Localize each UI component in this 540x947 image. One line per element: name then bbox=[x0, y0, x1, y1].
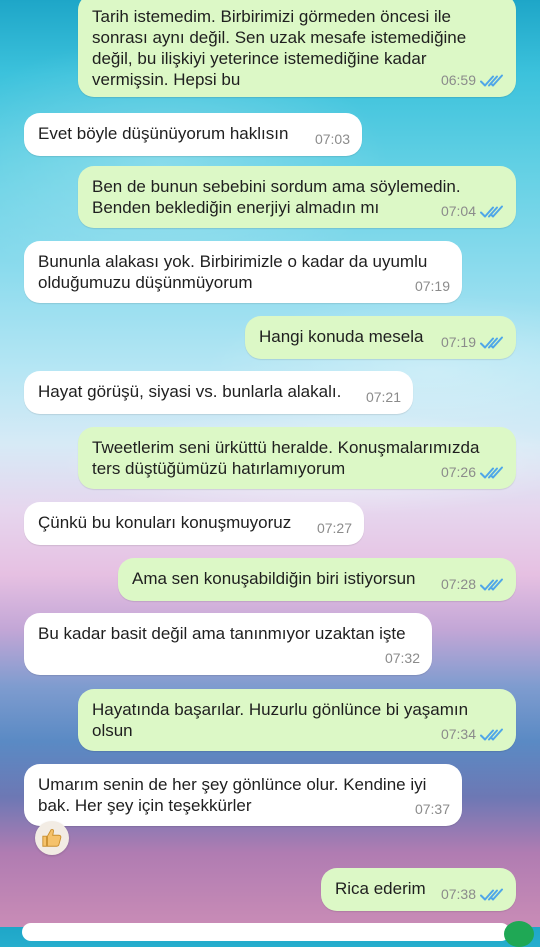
message-text: Umarım senin de her şey gönlünce olur. K… bbox=[38, 775, 427, 815]
outgoing-message[interactable]: Ama sen konuşabildiğin biri istiyorsun 0… bbox=[118, 558, 516, 601]
outgoing-message[interactable]: Tweetlerim seni ürküttü heralde. Konuşma… bbox=[78, 427, 516, 489]
message-time: 07:37 bbox=[414, 801, 450, 817]
message-text: Bununla alakası yok. Birbirimizle o kada… bbox=[38, 252, 428, 292]
thumbs-up-icon[interactable] bbox=[35, 821, 69, 855]
outgoing-message[interactable]: Ben de bunun sebebini sordum ama söyleme… bbox=[78, 166, 516, 228]
double-check-read-icon bbox=[480, 727, 504, 743]
outgoing-message[interactable]: Rica ederim 07:38 bbox=[321, 868, 516, 911]
incoming-message[interactable]: Hayat görüşü, siyasi vs. bunlarla alakal… bbox=[24, 371, 413, 414]
double-check-read-icon bbox=[480, 465, 504, 481]
double-check-read-icon bbox=[480, 335, 504, 351]
incoming-message[interactable]: Çünkü bu konuları konuşmuyoruz 07:27 bbox=[24, 502, 364, 545]
double-check-read-icon bbox=[480, 204, 504, 220]
incoming-message[interactable]: Evet böyle düşünüyorum haklısın 07:03 bbox=[24, 113, 362, 156]
message-time: 07:32 bbox=[384, 650, 420, 666]
message-input-bar[interactable] bbox=[22, 923, 510, 941]
send-button[interactable] bbox=[504, 921, 534, 947]
message-time: 07:34 bbox=[440, 726, 476, 742]
message-time: 07:26 bbox=[440, 464, 476, 480]
incoming-message[interactable]: Bu kadar basit değil ama tanınmıyor uzak… bbox=[24, 613, 432, 675]
double-check-read-icon bbox=[480, 577, 504, 593]
double-check-read-icon bbox=[480, 887, 504, 903]
message-time: 06:59 bbox=[440, 72, 476, 88]
message-text: Hayat görüşü, siyasi vs. bunlarla alakal… bbox=[38, 382, 342, 401]
message-time: 07:19 bbox=[440, 334, 476, 350]
message-time: 07:28 bbox=[440, 576, 476, 592]
message-time: 07:19 bbox=[414, 278, 450, 294]
message-text: Bu kadar basit değil ama tanınmıyor uzak… bbox=[38, 624, 406, 643]
message-time: 07:21 bbox=[365, 389, 401, 405]
message-time: 07:27 bbox=[316, 520, 352, 536]
message-text: Evet böyle düşünüyorum haklısın bbox=[38, 124, 289, 143]
message-text: Çünkü bu konuları konuşmuyoruz bbox=[38, 513, 292, 532]
message-time: 07:03 bbox=[314, 131, 350, 147]
double-check-read-icon bbox=[480, 73, 504, 89]
outgoing-message[interactable]: Hayatında başarılar. Huzurlu gönlünce bi… bbox=[78, 689, 516, 751]
outgoing-message[interactable]: Tarih istemedim. Birbirimizi görmeden ön… bbox=[78, 0, 516, 97]
outgoing-message[interactable]: Hangi konuda mesela 07:19 bbox=[245, 316, 516, 359]
message-time: 07:04 bbox=[440, 203, 476, 219]
incoming-message[interactable]: Bununla alakası yok. Birbirimizle o kada… bbox=[24, 241, 462, 303]
message-time: 07:38 bbox=[440, 886, 476, 902]
incoming-message[interactable]: Umarım senin de her şey gönlünce olur. K… bbox=[24, 764, 462, 826]
